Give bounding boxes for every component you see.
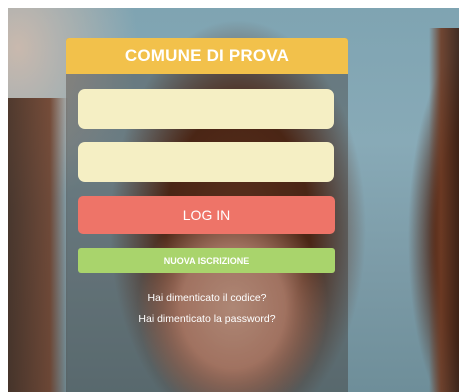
new-registration-button[interactable]: NUOVA ISCRIZIONE bbox=[78, 248, 335, 273]
login-card: COMUNE DI PROVA LOG IN NUOVA ISCRIZIONE … bbox=[66, 38, 348, 392]
forgot-code-link[interactable]: Hai dimenticato il codice? bbox=[66, 292, 348, 304]
login-card-header: COMUNE DI PROVA bbox=[66, 38, 348, 74]
background-hair-right bbox=[429, 28, 459, 392]
page-title: COMUNE DI PROVA bbox=[124, 46, 290, 65]
password-field[interactable] bbox=[78, 142, 334, 182]
code-field[interactable] bbox=[78, 89, 334, 129]
background-hair-left bbox=[8, 98, 68, 392]
login-button[interactable]: LOG IN bbox=[78, 196, 335, 234]
forgot-password-link[interactable]: Hai dimenticato la password? bbox=[66, 313, 348, 325]
